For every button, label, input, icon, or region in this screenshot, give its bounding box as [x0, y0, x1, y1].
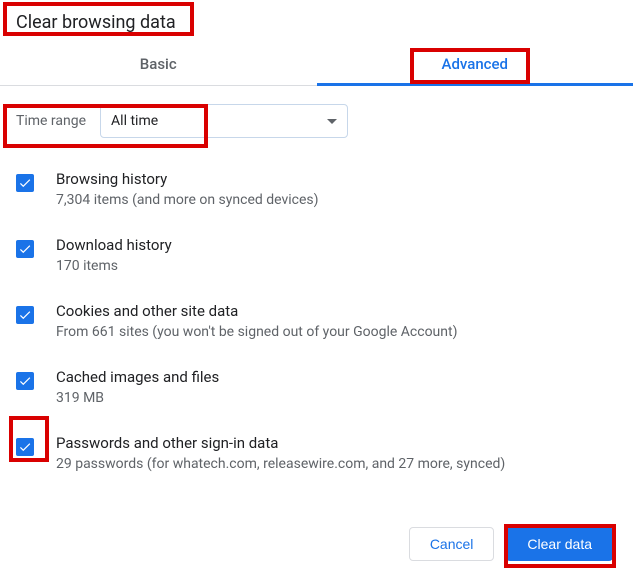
- item-title: Cached images and files: [56, 368, 219, 386]
- dialog-footer: Cancel Clear data: [0, 511, 633, 575]
- list-item: Cookies and other site data From 661 sit…: [16, 288, 617, 354]
- time-range-select[interactable]: All time: [100, 104, 348, 138]
- list-item: Download history 170 items: [16, 222, 617, 288]
- tab-advanced[interactable]: Advanced: [317, 41, 633, 85]
- options-list: Browsing history 7,304 items (and more o…: [16, 152, 617, 486]
- checkbox-passwords[interactable]: [16, 438, 34, 456]
- chevron-down-icon: [327, 119, 337, 124]
- item-sub: 29 passwords (for whatech.com, releasewi…: [56, 456, 505, 472]
- checkbox-cookies[interactable]: [16, 306, 34, 324]
- checkbox-browsing-history[interactable]: [16, 174, 34, 192]
- tab-basic[interactable]: Basic: [0, 41, 317, 85]
- item-title: Download history: [56, 236, 172, 254]
- list-item: Browsing history 7,304 items (and more o…: [16, 156, 617, 222]
- check-icon: [18, 440, 32, 454]
- item-title: Passwords and other sign-in data: [56, 434, 505, 452]
- check-icon: [18, 308, 32, 322]
- tabs: Basic Advanced: [0, 41, 633, 86]
- cancel-button[interactable]: Cancel: [409, 527, 495, 561]
- list-item: Passwords and other sign-in data 29 pass…: [16, 420, 617, 486]
- item-title: Cookies and other site data: [56, 302, 457, 320]
- dialog-content: Time range All time Browsing history 7,3…: [0, 86, 633, 486]
- item-sub: 7,304 items (and more on synced devices): [56, 192, 319, 208]
- item-sub: 319 MB: [56, 390, 219, 406]
- item-sub: From 661 sites (you won't be signed out …: [56, 324, 457, 340]
- clear-data-button[interactable]: Clear data: [506, 527, 613, 561]
- check-icon: [18, 242, 32, 256]
- item-title: Browsing history: [56, 170, 319, 188]
- checkbox-download-history[interactable]: [16, 240, 34, 258]
- checkbox-cache[interactable]: [16, 372, 34, 390]
- time-range-value: All time: [111, 113, 158, 129]
- item-sub: 170 items: [56, 258, 172, 274]
- check-icon: [18, 374, 32, 388]
- list-item: Cached images and files 319 MB: [16, 354, 617, 420]
- time-range-label: Time range: [16, 113, 86, 129]
- check-icon: [18, 176, 32, 190]
- time-range-row: Time range All time: [16, 86, 617, 152]
- dialog-title: Clear browsing data: [0, 0, 633, 41]
